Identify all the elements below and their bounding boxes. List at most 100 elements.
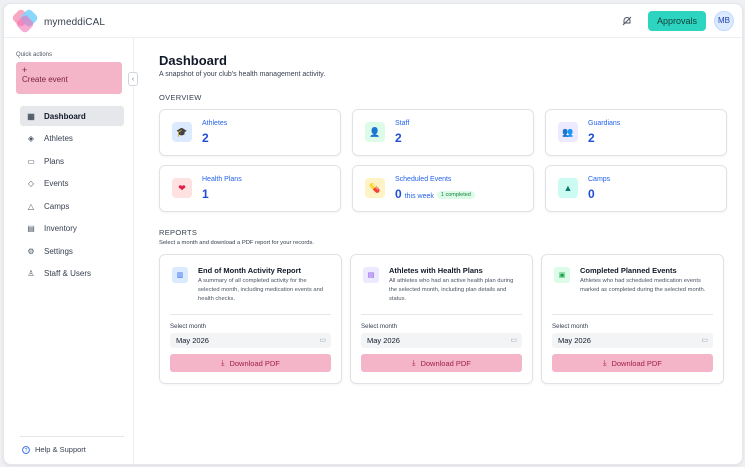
collapse-sidebar-button[interactable]: ‹ [128,72,138,86]
reports-subtitle: Select a month and download a PDF report… [159,240,314,246]
download-pdf-button[interactable]: ⤓ Download PDF [552,354,713,372]
download-icon: ⤓ [221,358,225,367]
app-window: mymeddiCAL Approvals MB Quick actions + … [3,3,743,465]
sidebar-item-camps[interactable]: △ Camps [20,196,124,216]
graduation-cap-icon: 🎓 [172,122,192,142]
help-label: Help & Support [35,445,86,454]
help-support-link[interactable]: ? Help & Support [22,445,86,454]
approvals-button[interactable]: Approvals [647,10,706,31]
month-select[interactable]: May 2026 ▭ [170,333,331,348]
create-event-label: Create event [22,75,68,84]
stat-card-camps[interactable]: ▲ Camps 0 [545,165,727,212]
tent-icon: △ [27,201,35,211]
calendar-check-icon: ▣ [554,267,570,283]
create-event-button[interactable]: + Create event [16,62,122,94]
avatar[interactable]: MB [714,10,734,31]
stat-card-staff[interactable]: 👤 Staff 2 [352,109,534,156]
help-icon: ? [22,445,30,454]
users-icon: 👥 [558,122,578,142]
graduation-cap-icon: ◈ [27,134,35,143]
stat-value: 0 [588,187,595,201]
sidebar-item-settings[interactable]: ⚙ Settings [20,241,124,261]
stat-value-number: 1 [202,187,209,201]
sidebar-item-inventory[interactable]: ▤ Inventory [20,219,124,239]
stat-card-health-plans[interactable]: ❤ Health Plans 1 [159,165,341,212]
stat-value-number: 0 [588,187,595,201]
archive-icon: ▤ [27,224,35,233]
plus-icon: + [22,65,28,75]
stat-value-number: 2 [202,131,209,145]
logo[interactable]: mymeddiCAL [11,7,106,34]
sidebar-item-label: Settings [44,246,73,256]
month-label: Select month [170,323,207,330]
divider [170,314,331,315]
app-name: mymeddiCAL [44,17,106,28]
stat-label: Staff [395,120,410,127]
stat-value-number: 2 [588,131,595,145]
month-select[interactable]: May 2026 ▭ [552,333,713,348]
user-icon: 👤 [365,122,385,142]
sidebar-item-label: Inventory [44,224,77,233]
stat-label: Health Plans [202,176,242,183]
download-label: Download PDF [611,358,662,368]
report-card: ▣ Completed Planned Events Athletes who ha… [541,254,724,384]
sidebar-item-staff-users[interactable]: ♙ Staff & Users [20,264,124,284]
report-description: Athletes who had scheduled medication ev… [580,278,706,293]
sidebar-item-plans[interactable]: ▭ Plans [20,151,124,171]
pill-icon: 💊 [365,178,385,198]
pill-icon: ◇ [27,179,35,188]
month-select[interactable]: May 2026 ▭ [361,333,522,348]
stat-card-athletes[interactable]: 🎓 Athletes 2 [159,109,341,156]
stat-label: Guardians [588,120,621,127]
grid-icon: ▦ [27,111,35,121]
logo-icon [11,7,39,34]
download-pdf-button[interactable]: ⤓ Download PDF [170,354,331,372]
stat-value: 1 [202,187,209,201]
reports-label: REPORTS [159,228,198,237]
stat-value: 2 [202,131,209,145]
svg-text:?: ? [25,447,28,453]
stat-label: Scheduled Events [395,176,452,183]
report-description: A summary of all completed activity for … [198,278,324,302]
stat-extra: this week [404,193,434,200]
divider [361,314,522,315]
stat-card-scheduled-events[interactable]: 💊 Scheduled Events 0 this week 1 completed [352,165,534,212]
stat-value-number: 0 [395,187,402,201]
report-title: Completed Planned Events [580,266,677,275]
main-content: Dashboard A snapshot of your club's heal… [159,38,742,464]
top-bar: mymeddiCAL Approvals MB [4,4,742,38]
tent-icon: ▲ [558,178,578,198]
sidebar-item-label: Dashboard [44,111,86,121]
notification-icon[interactable] [620,14,634,28]
report-title: Athletes with Health Plans [389,266,483,275]
month-value: May 2026 [176,336,209,345]
stat-label: Athletes [202,120,228,127]
month-label: Select month [361,323,398,330]
sidebar-nav: ▦ Dashboard ◈ Athletes ▭ Plans ◇ Events △ Camps ▤ I… [20,106,124,286]
sidebar-item-events[interactable]: ◇ Events [20,174,124,194]
divider [552,314,713,315]
divider [20,436,124,437]
calendar-icon[interactable]: ▭ [510,336,517,344]
download-icon: ⤓ [412,358,416,367]
page-title: Dashboard [159,53,227,68]
sidebar-item-dashboard[interactable]: ▦ Dashboard [20,106,124,126]
gear-icon: ⚙ [27,246,35,256]
quick-actions-label: Quick actions [16,52,53,58]
download-label: Download PDF [229,358,280,368]
calendar-icon[interactable]: ▭ [319,336,326,344]
calendar-icon: ▭ [27,156,35,166]
download-pdf-button[interactable]: ⤓ Download PDF [361,354,522,372]
download-icon: ⤓ [603,358,607,367]
stat-card-guardians[interactable]: 👥 Guardians 2 [545,109,727,156]
document-icon: ▤ [363,267,379,283]
sidebar-item-label: Plans [44,156,65,166]
report-card: ▤ Athletes with Health Plans All athletes … [350,254,533,384]
report-title: End of Month Activity Report [198,266,302,275]
calendar-icon[interactable]: ▭ [701,336,708,344]
sidebar-item-athletes[interactable]: ◈ Athletes [20,129,124,149]
status-badge: 1 completed [436,191,475,199]
download-label: Download PDF [420,358,471,368]
stat-value-number: 2 [395,131,402,145]
page-subtitle: A snapshot of your club's health managem… [159,71,326,78]
